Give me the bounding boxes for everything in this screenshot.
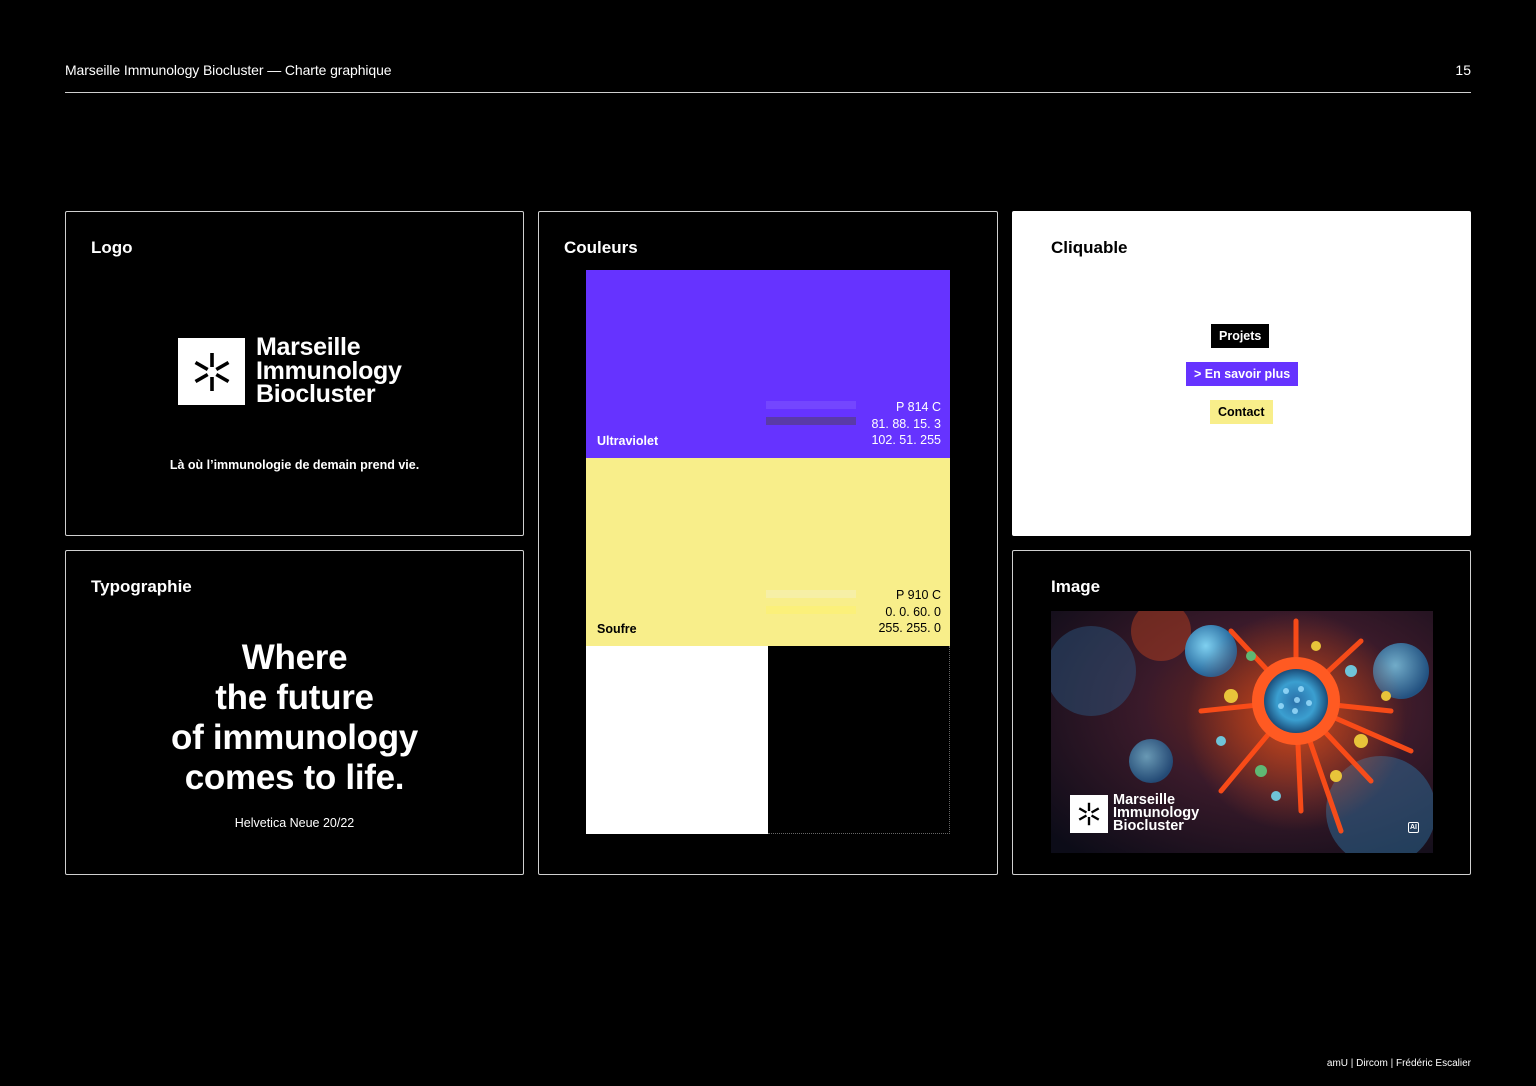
logo-line: Marseille <box>256 333 361 361</box>
panel-title-typography: Typographie <box>91 577 192 596</box>
projets-button[interactable]: Projets <box>1211 324 1270 348</box>
ai-badge: AI <box>1408 822 1419 833</box>
image-panel: Image Marseille Immunology Biocluster AI <box>1012 550 1471 875</box>
panel-title-colors: Couleurs <box>564 238 638 257</box>
panel-title-logo: Logo <box>91 238 133 257</box>
swatch-soufre: Soufre P 910 C 0. 0. 60. 0 255. 255. 0 <box>586 458 950 646</box>
swatch-black <box>768 646 950 834</box>
type-sample-line: the future <box>215 678 374 717</box>
rgb-code: 102. 51. 255 <box>871 433 941 448</box>
typography-panel: Typographie Where the future of immunolo… <box>65 550 524 875</box>
logo-wordmark: Marseille Immunology Biocluster <box>256 333 402 408</box>
type-sample: Where the future of immunology comes to … <box>66 638 523 798</box>
pantone-code: P 910 C <box>896 587 941 602</box>
type-spec: Helvetica Neue 20/22 <box>234 816 355 830</box>
page-number: 15 <box>1455 62 1471 78</box>
type-sample-line: of immunology <box>171 718 418 757</box>
logo-line: Biocluster <box>1113 818 1184 835</box>
cmyk-code: 81. 88. 15. 3 <box>871 416 941 431</box>
asterisk-logo-icon <box>178 338 245 405</box>
clickable-panel: Cliquable Projets > En savoir plus Conta… <box>1012 211 1471 536</box>
swatch-codes: P 910 C 0. 0. 60. 0 255. 255. 0 <box>878 587 941 637</box>
image-logo-wordmark: Marseille Immunology Biocluster <box>1113 793 1199 835</box>
document-header-title: Marseille Immunology Biocluster — Charte… <box>65 62 392 78</box>
panel-title-image: Image <box>1051 577 1101 596</box>
tagline: Là où l’immunologie de demain prend vie. <box>169 458 420 472</box>
type-sample-line: Where <box>241 638 348 677</box>
colors-panel: Couleurs Ultraviolet P 814 C 81. 88. 15.… <box>538 211 998 875</box>
pantone-code: P 814 C <box>896 399 941 414</box>
tint-bar <box>766 417 856 425</box>
immunology-hero-image: Marseille Immunology Biocluster AI <box>1051 611 1433 853</box>
swatch-codes: P 814 C 81. 88. 15. 3 102. 51. 255 <box>871 399 941 449</box>
panel-title-clickable: Cliquable <box>1051 238 1128 257</box>
image-overlay-logo: Marseille Immunology Biocluster <box>1070 793 1199 835</box>
en-savoir-plus-button[interactable]: > En savoir plus <box>1186 362 1299 386</box>
contact-button[interactable]: Contact <box>1210 400 1273 424</box>
logo-panel: Logo Marseille Immunology Biocluster Là … <box>65 211 524 536</box>
asterisk-logo-icon <box>1070 795 1108 833</box>
cmyk-code: 0. 0. 60. 0 <box>885 604 941 619</box>
tint-bar <box>766 401 856 409</box>
swatch-name: Ultraviolet <box>597 434 659 448</box>
swatch-name: Soufre <box>597 622 637 636</box>
rgb-code: 255. 255. 0 <box>878 621 941 636</box>
swatch-white <box>586 646 768 834</box>
tint-bar <box>766 590 856 598</box>
brand-logo: Marseille Immunology Biocluster <box>178 333 402 408</box>
tint-bar <box>766 606 856 614</box>
header-divider <box>65 92 1471 93</box>
footer-credit: amU | Dircom | Frédéric Escalier <box>1326 1058 1471 1069</box>
logo-line: Biocluster <box>256 380 376 408</box>
swatch-ultraviolet: Ultraviolet P 814 C 81. 88. 15. 3 102. 5… <box>586 270 950 458</box>
type-sample-line: comes to life. <box>184 758 405 797</box>
